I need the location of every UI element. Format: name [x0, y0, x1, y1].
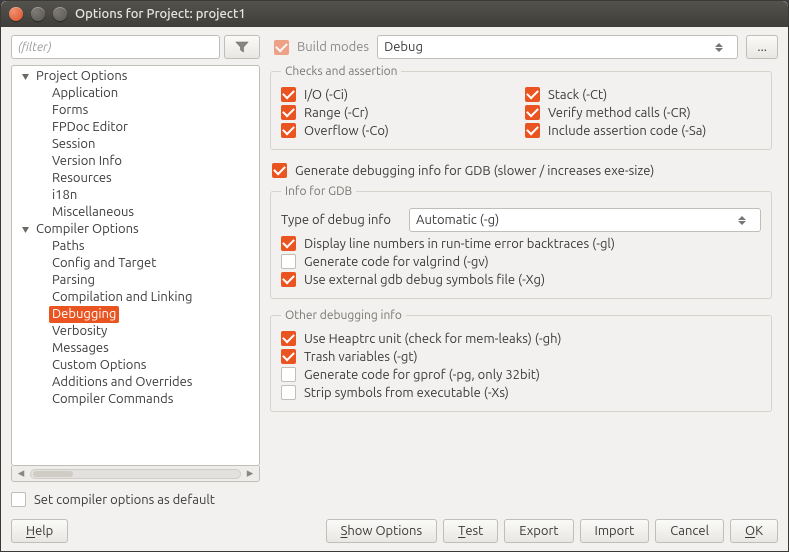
- checkbox-io[interactable]: [281, 87, 296, 102]
- build-mode-value: Debug: [384, 40, 423, 54]
- checkbox-label[interactable]: I/O (-Ci): [304, 88, 348, 102]
- tree-item-verbosity[interactable]: Verbosity: [49, 323, 110, 340]
- checkbox-assert[interactable]: [525, 123, 540, 138]
- show-options-button[interactable]: Show Options: [326, 519, 438, 543]
- maximize-icon[interactable]: [53, 7, 67, 21]
- tree-item-session[interactable]: Session: [49, 136, 98, 153]
- options-window: Options for Project: project1 (filter) B…: [0, 0, 789, 552]
- checkbox-generate-gdb[interactable]: [272, 163, 287, 178]
- checkbox-stack[interactable]: [525, 87, 540, 102]
- tree-item-compilation-linking[interactable]: Compilation and Linking: [49, 289, 195, 306]
- test-button[interactable]: Test: [443, 519, 498, 543]
- checkbox-range[interactable]: [281, 105, 296, 120]
- tree-item-messages[interactable]: Messages: [49, 340, 112, 357]
- debug-type-label: Type of debug info: [281, 213, 401, 227]
- chevron-up-down-icon: [738, 216, 754, 225]
- checkbox-label[interactable]: Display line numbers in run-time error b…: [304, 237, 615, 251]
- collapse-icon[interactable]: [20, 224, 31, 235]
- debug-type-select[interactable]: Automatic (-g): [409, 208, 761, 232]
- filter-clear-button[interactable]: [224, 35, 260, 59]
- build-modes-more-button[interactable]: ...: [746, 35, 778, 59]
- minimize-icon[interactable]: [31, 7, 45, 21]
- other-debugging-group: Other debugging info Use Heaptrc unit (c…: [270, 309, 772, 412]
- help-label: elp: [35, 524, 53, 538]
- checkbox-linenum[interactable]: [281, 236, 296, 251]
- checkbox-label[interactable]: Generate code for valgrind (-gv): [304, 255, 489, 269]
- tree-item-forms[interactable]: Forms: [49, 102, 91, 119]
- export-button[interactable]: Export: [504, 519, 573, 543]
- checkbox-label[interactable]: Use Heaptrc unit (check for mem-leaks) (…: [304, 332, 561, 346]
- checkbox-label[interactable]: Generate code for gprof (-pg, only 32bit…: [304, 368, 540, 382]
- group-legend: Checks and assertion: [281, 65, 401, 78]
- checks-assertion-group: Checks and assertion I/O (-Ci) Range (-C…: [270, 65, 772, 150]
- tree-hscrollbar[interactable]: ◂ ▸: [11, 466, 260, 482]
- filter-placeholder: (filter): [18, 41, 51, 54]
- tree-item-compiler-commands[interactable]: Compiler Commands: [49, 391, 176, 408]
- chevron-up-down-icon: [715, 43, 731, 52]
- scroll-left-icon[interactable]: ◂: [14, 466, 28, 481]
- debug-type-value: Automatic (-g): [416, 213, 499, 227]
- scroll-right-icon[interactable]: ▸: [243, 466, 257, 481]
- checkbox-valgrind[interactable]: [281, 254, 296, 269]
- checkbox-label[interactable]: Trash variables (-gt): [304, 350, 418, 364]
- checkbox-gprof[interactable]: [281, 367, 296, 382]
- checkbox-ext-sym[interactable]: [281, 272, 296, 287]
- tree-item-miscellaneous[interactable]: Miscellaneous: [49, 204, 137, 221]
- tree-group-label[interactable]: Compiler Options: [33, 221, 142, 238]
- set-default-label[interactable]: Set compiler options as default: [34, 493, 215, 507]
- tree-item-additions-overrides[interactable]: Additions and Overrides: [49, 374, 195, 391]
- checkbox-strip[interactable]: [281, 385, 296, 400]
- build-modes-checkbox: [274, 40, 289, 55]
- titlebar: Options for Project: project1: [1, 1, 788, 27]
- tree-group-project-options: Project Options Application Forms FPDoc …: [16, 68, 259, 221]
- checkbox-verify[interactable]: [525, 105, 540, 120]
- tree-item-custom-options[interactable]: Custom Options: [49, 357, 149, 374]
- checkbox-trash[interactable]: [281, 349, 296, 364]
- options-tree[interactable]: Project Options Application Forms FPDoc …: [11, 65, 260, 466]
- collapse-icon[interactable]: [20, 71, 31, 82]
- tree-group-compiler-options: Compiler Options Paths Config and Target…: [16, 221, 259, 408]
- checkbox-label[interactable]: Use external gdb debug symbols file (-Xg…: [304, 273, 545, 287]
- help-button[interactable]: Help: [11, 519, 68, 543]
- window-title: Options for Project: project1: [75, 7, 246, 21]
- tree-item-config-target[interactable]: Config and Target: [49, 255, 159, 272]
- tree-item-i18n[interactable]: i18n: [49, 187, 80, 204]
- checkbox-label[interactable]: Overflow (-Co): [304, 124, 389, 138]
- tree-group-label[interactable]: Project Options: [33, 68, 130, 85]
- ok-button[interactable]: OK: [730, 519, 778, 543]
- checkbox-label[interactable]: Generate debugging info for GDB (slower …: [295, 164, 654, 178]
- checkbox-heaptrc[interactable]: [281, 331, 296, 346]
- tree-item-application[interactable]: Application: [49, 85, 121, 102]
- tree-item-debugging[interactable]: Debugging: [49, 306, 119, 323]
- group-legend: Info for GDB: [281, 185, 356, 198]
- funnel-icon: [235, 40, 249, 54]
- tree-item-parsing[interactable]: Parsing: [49, 272, 98, 289]
- checkbox-label[interactable]: Verify method calls (-CR): [548, 106, 691, 120]
- tree-item-resources[interactable]: Resources: [49, 170, 115, 187]
- import-button[interactable]: Import: [580, 519, 650, 543]
- tree-item-fpdoc-editor[interactable]: FPDoc Editor: [49, 119, 131, 136]
- group-legend: Other debugging info: [281, 309, 406, 322]
- checkbox-label[interactable]: Stack (-Ct): [548, 88, 607, 102]
- checkbox-label[interactable]: Include assertion code (-Sa): [548, 124, 706, 138]
- checkbox-label[interactable]: Range (-Cr): [304, 106, 369, 120]
- checkbox-overflow[interactable]: [281, 123, 296, 138]
- close-icon[interactable]: [9, 7, 23, 21]
- checkbox-label[interactable]: Strip symbols from executable (-Xs): [304, 386, 509, 400]
- build-modes-label: Build modes: [297, 40, 369, 54]
- filter-input[interactable]: (filter): [11, 35, 220, 59]
- checkbox-set-default[interactable]: [11, 492, 26, 507]
- build-mode-select[interactable]: Debug: [377, 35, 738, 59]
- tree-item-paths[interactable]: Paths: [49, 238, 88, 255]
- cancel-button[interactable]: Cancel: [655, 519, 724, 543]
- info-for-gdb-group: Info for GDB Type of debug info Automati…: [270, 185, 772, 299]
- tree-item-version-info[interactable]: Version Info: [49, 153, 125, 170]
